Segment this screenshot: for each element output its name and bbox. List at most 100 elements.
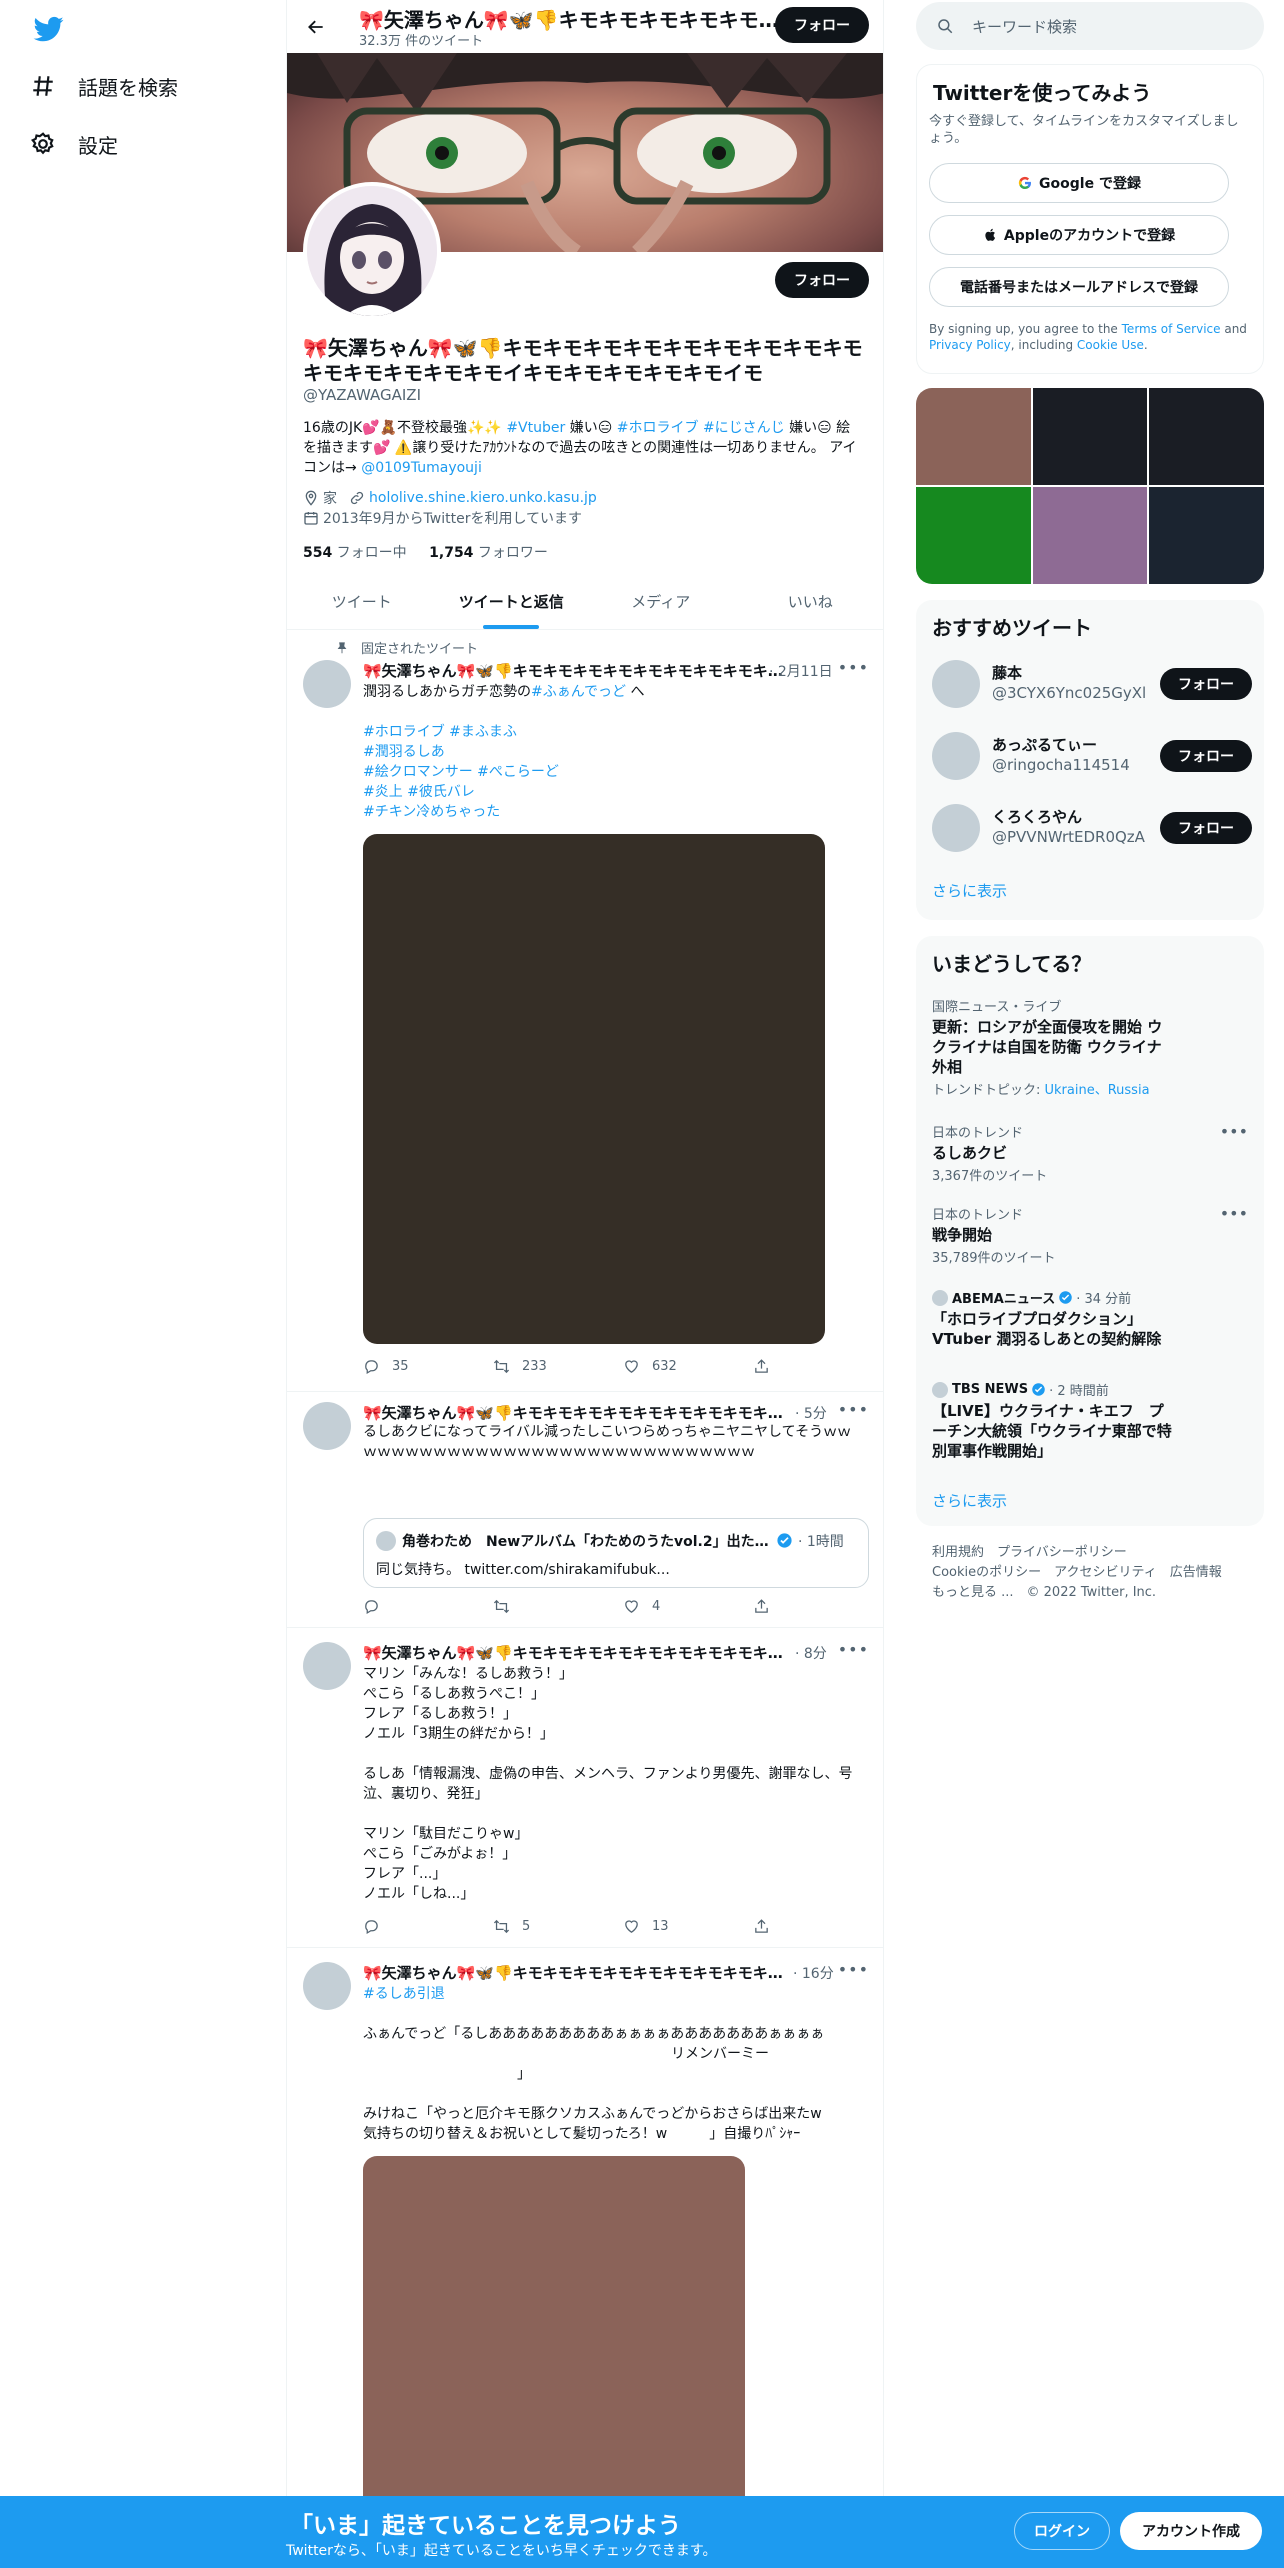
like-button[interactable]: 13 xyxy=(623,1918,753,1935)
tweet-image[interactable] xyxy=(363,834,825,1344)
tweet-hashtag-line[interactable]: #潤羽るしあ xyxy=(363,742,863,762)
share-button[interactable] xyxy=(753,1598,793,1615)
signup-button[interactable]: アカウント作成 xyxy=(1120,2512,1262,2550)
quoted-tweet[interactable]: 角巻わため Newアルバム「わためのうたvol.2」出たよ！ · 1時間 同じ気… xyxy=(363,1518,869,1588)
footer-line[interactable]: 利用規約 プライバシーポリシー xyxy=(932,1543,1252,1563)
media-thumbnail[interactable] xyxy=(1032,487,1148,584)
media-thumbnail[interactable] xyxy=(916,388,1031,485)
recommend-user[interactable]: 藤本 @3CYX6Ync025GyXl フォロー xyxy=(932,656,1252,710)
tab-tweets[interactable]: ツイート xyxy=(287,574,437,629)
tweet-author-name[interactable]: 🎀矢澤ちゃん🎀🦋👎キモキモキモキモキモキモキモキモキモキモキモキモ xyxy=(363,1642,783,1663)
apple-signup-button[interactable]: Appleのアカウントで登録 xyxy=(929,215,1229,255)
tweet-avatar[interactable] xyxy=(303,1642,351,1690)
privacy-link[interactable]: Privacy Policy xyxy=(929,338,1011,352)
trends-more-link[interactable]: さらに表示 xyxy=(932,1490,1007,1511)
quote-author-name: 角巻わため Newアルバム「わためのうたvol.2」出たよ！ xyxy=(402,1534,772,1550)
tweet-time[interactable]: · 8分 xyxy=(795,1643,827,1663)
nav-explore[interactable]: 話題を検索 xyxy=(30,66,178,106)
retweet-button[interactable]: 5 xyxy=(493,1918,623,1935)
tweet-hashtag-line[interactable]: #炎上 #彼氏バレ xyxy=(363,782,863,802)
retweet-button[interactable] xyxy=(493,1598,623,1615)
news-source: TBS NEWS xyxy=(952,1382,1029,1397)
trend-item[interactable]: 日本のトレンド 戦争開始 35,789件のツイート ••• xyxy=(932,1204,1248,1266)
footer-line[interactable]: Cookieのポリシー アクセシビリティ 広告情報 xyxy=(932,1563,1252,1583)
trend-item[interactable]: 国際ニュース・ライブ 更新：ロシアが全面侵攻を開始 ウクライナは自国を防衛 ウク… xyxy=(932,996,1248,1098)
profile-url-link[interactable]: hololive.shine.kiero.unko.kasu.jp xyxy=(369,490,597,506)
header-follow-button[interactable]: フォロー xyxy=(775,7,869,43)
login-button[interactable]: ログイン xyxy=(1014,2512,1110,2550)
hashtag-link[interactable]: #Vtuber xyxy=(506,420,565,436)
more-icon[interactable]: ••• xyxy=(838,1640,869,1659)
news-item[interactable]: TBS NEWS · 2 時間前 【LIVE】ウクライナ・キエフ プーチン大統領… xyxy=(932,1380,1248,1461)
follow-button[interactable]: フォロー xyxy=(1160,668,1252,700)
verified-badge-icon xyxy=(1032,1383,1045,1396)
follow-button[interactable]: フォロー xyxy=(1160,812,1252,844)
media-thumbnail[interactable] xyxy=(1032,388,1148,485)
tweet-pinned[interactable]: 固定されたツイート 🎀矢澤ちゃん🎀🦋👎キモキモキモキモキモキモキモキモキモキモキ… xyxy=(287,630,883,1392)
avatar[interactable] xyxy=(932,804,980,852)
tweet[interactable]: 🎀矢澤ちゃん🎀🦋👎キモキモキモキモキモキモキモキモキモキモキモキモ · 5分 •… xyxy=(287,1392,883,1628)
tweet-author-name[interactable]: 🎀矢澤ちゃん🎀🦋👎キモキモキモキモキモキモキモキモキモキモキモキモ xyxy=(363,660,783,681)
more-icon[interactable]: ••• xyxy=(1220,1204,1248,1223)
tweet-hashtag-line[interactable]: #チキン冷めちゃった xyxy=(363,802,863,822)
footer-line[interactable]: もっと見る ... © 2022 Twitter, Inc. xyxy=(932,1583,1252,1603)
terms-link[interactable]: Terms of Service xyxy=(1122,322,1221,336)
hashtag-link[interactable]: #にじさんじ xyxy=(703,420,785,436)
tweet[interactable]: 🎀矢澤ちゃん🎀🦋👎キモキモキモキモキモキモキモキモキモキモキモキモ · 8分 •… xyxy=(287,1628,883,1948)
media-thumbnail[interactable] xyxy=(1149,388,1264,485)
share-button[interactable] xyxy=(753,1918,793,1935)
recommend-user[interactable]: あっぷるてぃー @ringocha114514 フォロー xyxy=(932,728,1252,782)
retweet-button[interactable]: 233 xyxy=(493,1358,623,1375)
avatar[interactable] xyxy=(932,660,980,708)
tweet-avatar[interactable] xyxy=(303,1402,351,1450)
tweet-hashtag-line[interactable]: #るしあ引退 xyxy=(363,1984,863,2004)
nav-settings[interactable]: 設定 xyxy=(30,124,118,164)
more-icon[interactable]: ••• xyxy=(838,1960,869,1979)
reply-button[interactable]: 35 xyxy=(363,1358,493,1375)
twitter-logo-icon[interactable] xyxy=(32,14,66,44)
more-icon[interactable]: ••• xyxy=(838,658,869,677)
tab-tweets-replies[interactable]: ツイートと返信 xyxy=(437,574,587,629)
trend-topic-links[interactable]: Ukraine、Russia xyxy=(1045,1083,1150,1098)
tweet-time[interactable]: · 5分 xyxy=(795,1403,827,1423)
avatar[interactable] xyxy=(932,732,980,780)
recommend-more-link[interactable]: さらに表示 xyxy=(932,880,1007,901)
like-button[interactable]: 4 xyxy=(623,1598,753,1615)
tweet-avatar[interactable] xyxy=(303,660,351,708)
follow-button[interactable]: フォロー xyxy=(775,262,869,298)
followers-link[interactable]: 1,754 フォロワー xyxy=(429,545,548,561)
tweet-time[interactable]: · 16分 xyxy=(793,1963,834,1983)
tweet-hashtag-line[interactable]: #絵クロマンサー #ぺこらーど xyxy=(363,762,863,782)
recommend-user[interactable]: くろくろやん @PVVNWrtEDR0QzA フォロー xyxy=(932,800,1252,854)
trend-item[interactable]: 日本のトレンド るしあクビ 3,367件のツイート ••• xyxy=(932,1122,1248,1184)
google-signup-button[interactable]: Google で登録 xyxy=(929,163,1229,203)
search-input[interactable]: キーワード検索 xyxy=(916,2,1264,50)
tab-media[interactable]: メディア xyxy=(586,574,736,629)
following-link[interactable]: 554 フォロー中 xyxy=(303,545,407,561)
tweet-time[interactable]: · 2月11日 xyxy=(769,661,833,681)
media-thumbnail[interactable] xyxy=(916,487,1031,584)
reply-button[interactable] xyxy=(363,1918,493,1935)
tweet-hashtag-line[interactable]: #ホロライブ #まふまふ xyxy=(363,722,863,742)
tweet[interactable]: 🎀矢澤ちゃん🎀🦋👎キモキモキモキモキモキモキモキモキモキモキモキモ · 16分 … xyxy=(287,1948,883,2568)
tab-likes[interactable]: いいね xyxy=(736,574,884,629)
hashtag-link[interactable]: #ふぁんでっど xyxy=(531,684,626,700)
like-button[interactable]: 632 xyxy=(623,1358,753,1375)
media-thumbnail[interactable] xyxy=(1149,487,1264,584)
tweet-author-name[interactable]: 🎀矢澤ちゃん🎀🦋👎キモキモキモキモキモキモキモキモキモキモキモキモ xyxy=(363,1402,783,1423)
tweet-avatar[interactable] xyxy=(303,1962,351,2010)
profile-bio: 16歳のJK💕🧸不登校最強✨✨ #Vtuber 嫌い😑 #ホロライブ #にじさん… xyxy=(303,418,863,478)
follow-button[interactable]: フォロー xyxy=(1160,740,1252,772)
share-button[interactable] xyxy=(753,1358,793,1375)
tweet-author-name[interactable]: 🎀矢澤ちゃん🎀🦋👎キモキモキモキモキモキモキモキモキモキモキモキモ xyxy=(363,1962,783,1983)
hashtag-link[interactable]: #ホロライブ xyxy=(617,420,699,436)
reply-button[interactable] xyxy=(363,1598,493,1615)
back-button[interactable] xyxy=(301,12,331,42)
more-icon[interactable]: ••• xyxy=(838,1400,869,1419)
more-icon[interactable]: ••• xyxy=(1220,1122,1248,1141)
phone-email-signup-button[interactable]: 電話番号またはメールアドレスで登録 xyxy=(929,267,1229,307)
profile-avatar[interactable] xyxy=(303,182,441,320)
cookie-link[interactable]: Cookie Use xyxy=(1077,338,1144,352)
news-item[interactable]: ABEMAニュース · 34 分前 「ホロライブプロダクション」VTuber 潤… xyxy=(932,1288,1248,1349)
mention-link[interactable]: @0109Tumayouji xyxy=(361,460,482,476)
